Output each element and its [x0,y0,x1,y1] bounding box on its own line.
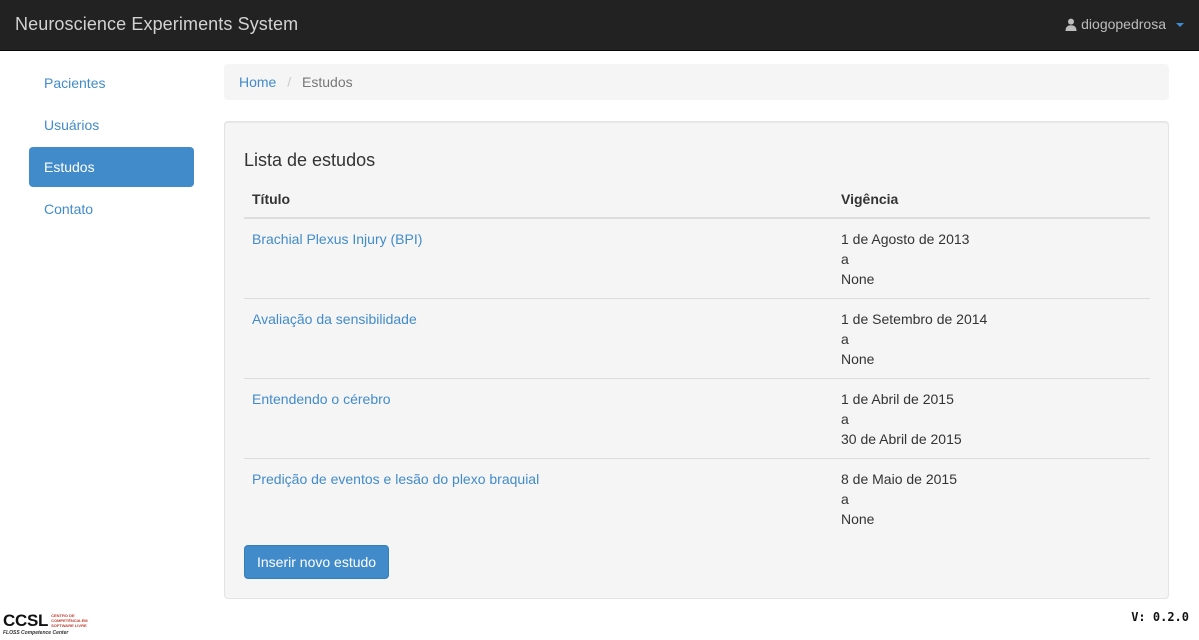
studies-panel: Lista de estudos Título Vigência Brachia… [224,121,1169,599]
user-menu-dropdown[interactable]: diogopedrosa [1065,16,1184,32]
study-title-cell: Avaliação da sensibilidade [244,298,833,379]
insert-study-button[interactable]: Inserir novo estudo [244,545,390,579]
period-connector: a [841,331,849,347]
breadcrumb-home-link[interactable]: Home [239,74,276,90]
study-period-cell: 8 de Maio de 2015 a None [833,458,1150,538]
user-name: diogopedrosa [1081,16,1166,32]
ccsl-logo: CCSL CENTRO DE COMPETÊNCIA EM SOFTWARE L… [3,611,91,636]
table-row: Brachial Plexus Injury (BPI) 1 de Agosto… [244,218,1150,299]
sidebar-item-estudos[interactable]: Estudos [29,147,194,187]
table-row: Entendendo o cérebro 1 de Abril de 2015 … [244,378,1150,459]
sidebar-item-pacientes[interactable]: Pacientes [29,63,194,103]
period-start: 8 de Maio de 2015 [841,471,957,487]
study-link[interactable]: Predição de eventos e lesão do plexo bra… [252,471,539,487]
period-start: 1 de Abril de 2015 [841,391,954,407]
period-end: None [841,271,875,287]
breadcrumb: Home / Estudos [224,64,1169,100]
period-end: None [841,511,875,527]
period-connector: a [841,411,849,427]
study-period-cell: 1 de Agosto de 2013 a None [833,218,1150,299]
studies-table: Título Vigência Brachial Plexus Injury (… [244,180,1150,538]
study-link[interactable]: Entendendo o cérebro [252,391,391,407]
breadcrumb-separator: / [287,74,292,90]
column-header-vigencia: Vigência [833,180,1150,219]
study-period-cell: 1 de Setembro de 2014 a None [833,298,1150,379]
study-title-cell: Predição de eventos e lesão do plexo bra… [244,458,833,538]
logo-subtitle: CENTRO DE COMPETÊNCIA EM SOFTWARE LIVRE [51,613,88,628]
app-brand[interactable]: Neuroscience Experiments System [15,14,298,35]
study-title-cell: Brachial Plexus Injury (BPI) [244,218,833,299]
top-navbar: Neuroscience Experiments System diogoped… [0,0,1199,51]
logo-tagline: FLOSS Competence Center [3,630,69,636]
sidebar-nav: Pacientes Usuários Estudos Contato [29,63,194,231]
period-start: 1 de Setembro de 2014 [841,311,988,327]
study-link[interactable]: Brachial Plexus Injury (BPI) [252,231,422,247]
period-start: 1 de Agosto de 2013 [841,231,970,247]
period-end: 30 de Abril de 2015 [841,431,962,447]
table-row: Predição de eventos e lesão do plexo bra… [244,458,1150,538]
period-connector: a [841,251,849,267]
column-header-titulo: Título [244,180,833,219]
logo-mark: CCSL [3,611,49,630]
sidebar-item-usuarios[interactable]: Usuários [29,105,194,145]
page-title: Lista de estudos [244,150,376,170]
study-title-cell: Entendendo o cérebro [244,378,833,459]
table-header-row: Título Vigência [244,180,1150,219]
breadcrumb-current: Estudos [302,74,353,90]
study-period-cell: 1 de Abril de 2015 a 30 de Abril de 2015 [833,378,1150,459]
table-row: Avaliação da sensibilidade 1 de Setembro… [244,298,1150,379]
version-label: V: 0.2.0 [1131,610,1189,624]
user-icon [1065,18,1077,31]
period-end: None [841,351,875,367]
study-link[interactable]: Avaliação da sensibilidade [252,311,417,327]
sidebar-item-contato[interactable]: Contato [29,189,194,229]
caret-down-icon [1176,23,1184,27]
period-connector: a [841,491,849,507]
